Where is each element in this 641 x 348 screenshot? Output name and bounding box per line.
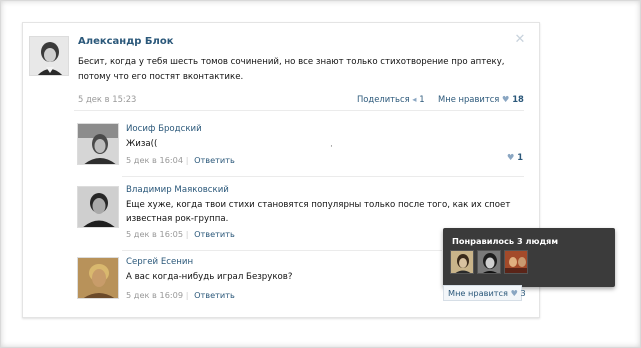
like-label: Мне нравится <box>448 288 508 298</box>
share-icon: ◂ <box>412 94 417 104</box>
comment-avatar[interactable] <box>77 186 119 228</box>
reply-link[interactable]: Ответить <box>194 229 235 239</box>
heart-icon: ♥ <box>507 152 515 162</box>
separator-dot: · <box>330 142 333 152</box>
share-count: 1 <box>419 94 425 104</box>
divider <box>122 176 524 177</box>
reply-link[interactable]: Ответить <box>194 155 235 165</box>
comment-text: А вас когда-нибудь играл Безруков? <box>126 272 293 282</box>
person-avatar-2[interactable] <box>477 250 501 274</box>
divider <box>74 110 524 111</box>
heart-icon: ♥ <box>502 94 510 104</box>
reply-link[interactable]: Ответить <box>194 290 235 300</box>
comment-meta: 5 дек в 16:04 | Ответить <box>126 155 235 165</box>
divider <box>122 250 442 251</box>
person-avatar-3[interactable] <box>504 250 528 274</box>
comment-like-count: 3 <box>520 288 526 298</box>
like-button[interactable]: Мне нравится ♥ 18 <box>438 94 524 104</box>
close-icon[interactable]: ✕ <box>514 33 526 46</box>
likes-tooltip: Понравилось 3 людям <box>443 228 615 287</box>
comment-date[interactable]: 5 дек в 16:05 <box>126 229 183 239</box>
like-count: 18 <box>512 94 524 104</box>
comment-like-count: 1 <box>517 152 524 162</box>
share-button[interactable]: Поделиться ◂ 1 <box>357 94 425 104</box>
comment-text: Жиза(( <box>126 139 158 149</box>
comment-avatar[interactable] <box>77 123 119 165</box>
post-date[interactable]: 5 дек в 15:23 <box>78 94 136 104</box>
comment-text: Еще хуже, когда твои стихи становятся по… <box>126 200 511 224</box>
person-avatar-1[interactable] <box>450 250 474 274</box>
comment-meta: 5 дек в 16:09 | Ответить <box>126 290 235 300</box>
tooltip-title: Понравилось 3 людям <box>452 236 559 246</box>
comment-like-button[interactable]: Мне нравится ♥ 3 <box>443 285 526 301</box>
post-author-avatar[interactable] <box>29 36 69 76</box>
comment-author[interactable]: Владимир Маяковский <box>126 185 229 195</box>
post-author-name[interactable]: Александр Блок <box>78 36 174 47</box>
like-label: Мне нравится <box>438 94 500 104</box>
comment-author[interactable]: Сергей Есенин <box>126 257 193 267</box>
comment-date[interactable]: 5 дек в 16:09 <box>126 290 183 300</box>
heart-icon: ♥ <box>510 288 518 298</box>
share-label: Поделиться <box>357 94 410 104</box>
comment-date[interactable]: 5 дек в 16:04 <box>126 155 183 165</box>
comment-like-button[interactable]: ♥ 1 <box>507 152 523 162</box>
comment-avatar[interactable] <box>77 257 119 299</box>
comment-author[interactable]: Иосиф Бродский <box>126 124 202 134</box>
comment-meta: 5 дек в 16:05 | Ответить <box>126 229 235 239</box>
post-text: Бесит, когда у тебя шесть томов сочинени… <box>78 57 505 82</box>
